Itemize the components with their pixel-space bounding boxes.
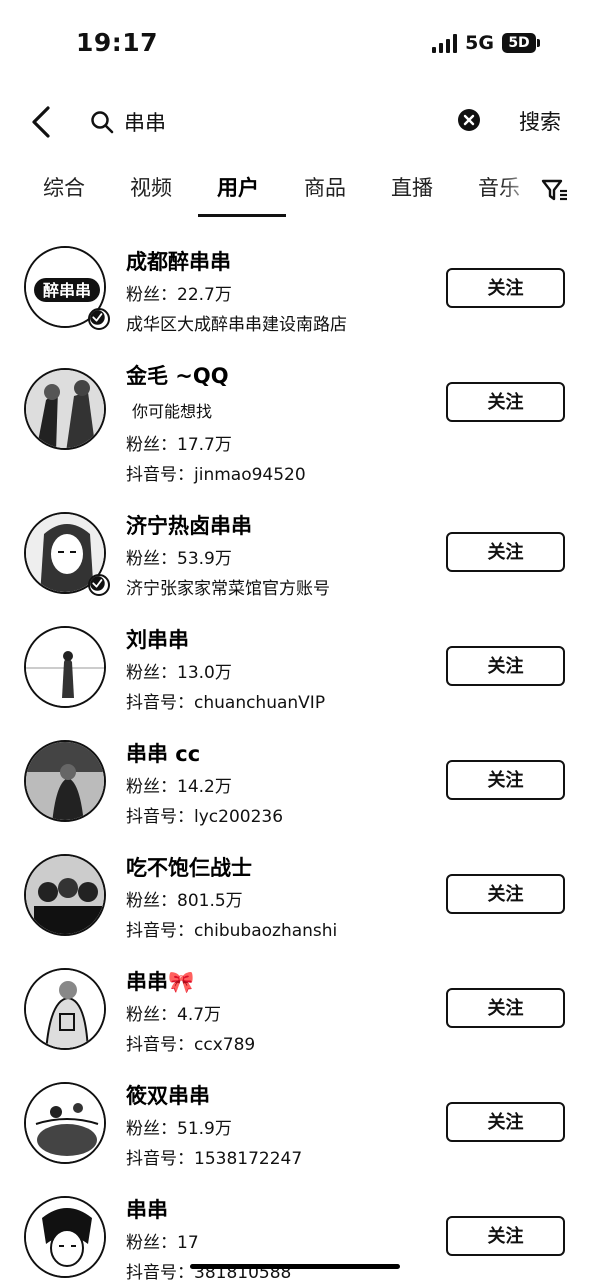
active-tab-indicator — [198, 214, 286, 217]
tab-products[interactable]: 商品 — [304, 172, 346, 202]
user-name: 串串 cc — [126, 742, 201, 766]
verified-badge-icon — [88, 308, 110, 330]
back-button[interactable] — [24, 104, 60, 140]
search-tabs: 综合 视频 用户 商品 直播 音乐 — [0, 164, 590, 218]
search-icon — [91, 111, 114, 134]
user-detail: 抖音号：1538172247 — [126, 1149, 303, 1169]
filter-icon[interactable] — [540, 176, 568, 204]
user-row[interactable]: 吃不饱仨战士 粉丝：801.5万 抖音号：chibubaozhanshi 关注 — [0, 844, 590, 954]
fans-count: 粉丝：801.5万 — [126, 891, 243, 911]
fans-count: 粉丝：51.9万 — [126, 1119, 232, 1139]
user-detail: 抖音号：jinmao94520 — [126, 465, 306, 485]
user-name: 串串 — [126, 1198, 168, 1222]
verified-badge-icon — [88, 574, 110, 596]
fans-count: 粉丝：13.0万 — [126, 663, 232, 683]
user-row[interactable]: 刘串串 粉丝：13.0万 抖音号：chuanchuanVIP 关注 — [0, 616, 590, 726]
search-box[interactable] — [90, 102, 490, 142]
user-name: 筱双串串 — [126, 1084, 210, 1108]
user-detail: 成华区大成醉串串建设南路店 — [126, 315, 347, 335]
follow-button[interactable]: 关注 — [446, 760, 565, 800]
user-row[interactable]: 筱双串串 粉丝：51.9万 抖音号：1538172247 关注 — [0, 1072, 590, 1182]
follow-button[interactable]: 关注 — [446, 646, 565, 686]
user-name: 刘串串 — [126, 628, 189, 652]
user-row[interactable]: 金毛 ~QQ 你可能想找 粉丝：17.7万 抖音号：jinmao94520 关注 — [0, 356, 590, 485]
fans-count: 粉丝：4.7万 — [126, 1005, 222, 1025]
search-button[interactable]: 搜索 — [519, 106, 561, 136]
user-detail: 抖音号：chuanchuanVIP — [126, 693, 326, 713]
status-bar: 19:17 5G 5D — [0, 0, 590, 88]
user-name: 济宁热卤串串 — [126, 514, 252, 538]
follow-button[interactable]: 关注 — [446, 874, 565, 914]
search-input[interactable] — [124, 110, 424, 134]
avatar[interactable] — [24, 740, 106, 822]
user-name: 串串🎀 — [126, 970, 195, 994]
user-detail: 抖音号：lyc200236 — [126, 807, 284, 827]
fans-count: 粉丝：53.9万 — [126, 549, 232, 569]
user-name: 吃不饱仨战士 — [126, 856, 252, 880]
user-name: 成都醉串串 — [126, 250, 231, 274]
tabs-fade — [500, 164, 540, 214]
user-detail: 抖音号：381810588 — [126, 1263, 292, 1280]
user-detail: 济宁张家家常菜馆官方账号 — [126, 579, 330, 599]
user-row[interactable]: 醉串串 成都醉串串 粉丝：22.7万 成华区大成醉串串建设南路店 关注 — [0, 232, 590, 342]
svg-text:醉串串: 醉串串 — [43, 281, 91, 300]
avatar[interactable] — [24, 368, 106, 450]
avatar[interactable] — [24, 854, 106, 936]
clear-search-icon[interactable] — [457, 108, 481, 132]
battery-icon: 5D — [502, 33, 540, 53]
follow-button[interactable]: 关注 — [446, 1216, 565, 1256]
fans-count: 粉丝：17.7万 — [126, 435, 232, 455]
follow-button[interactable]: 关注 — [446, 1102, 565, 1142]
fans-count: 粉丝：17 — [126, 1233, 199, 1253]
status-time: 19:17 — [76, 28, 159, 57]
user-row[interactable]: 串串🎀 粉丝：4.7万 抖音号：ccx789 关注 — [0, 958, 590, 1068]
fans-count: 粉丝：22.7万 — [126, 285, 232, 305]
fans-count: 粉丝：14.2万 — [126, 777, 232, 797]
user-row[interactable]: 串串 cc 粉丝：14.2万 抖音号：lyc200236 关注 — [0, 730, 590, 840]
suggestion-hint: 你可能想找 — [132, 402, 213, 421]
tab-comprehensive[interactable]: 综合 — [43, 172, 85, 202]
avatar[interactable] — [24, 1196, 106, 1278]
tab-live[interactable]: 直播 — [391, 172, 433, 202]
follow-button[interactable]: 关注 — [446, 382, 565, 422]
avatar[interactable] — [24, 1082, 106, 1164]
home-indicator[interactable] — [190, 1264, 400, 1269]
avatar[interactable] — [24, 968, 106, 1050]
tab-users[interactable]: 用户 — [217, 172, 259, 202]
follow-button[interactable]: 关注 — [446, 988, 565, 1028]
user-row[interactable]: 济宁热卤串串 粉丝：53.9万 济宁张家家常菜馆官方账号 关注 — [0, 502, 590, 612]
follow-button[interactable]: 关注 — [446, 268, 565, 308]
tab-videos[interactable]: 视频 — [130, 172, 172, 202]
user-name: 金毛 ~QQ — [126, 364, 229, 388]
follow-button[interactable]: 关注 — [446, 532, 565, 572]
status-indicators: 5G 5D — [432, 32, 540, 54]
user-detail: 抖音号：ccx789 — [126, 1035, 256, 1055]
user-detail: 抖音号：chibubaozhanshi — [126, 921, 338, 941]
search-header: 搜索 — [0, 96, 590, 148]
back-arrow-icon — [32, 106, 50, 138]
avatar[interactable] — [24, 626, 106, 708]
network-type: 5G — [465, 32, 494, 54]
signal-icon — [432, 33, 458, 53]
battery-level: 5D — [502, 33, 536, 53]
